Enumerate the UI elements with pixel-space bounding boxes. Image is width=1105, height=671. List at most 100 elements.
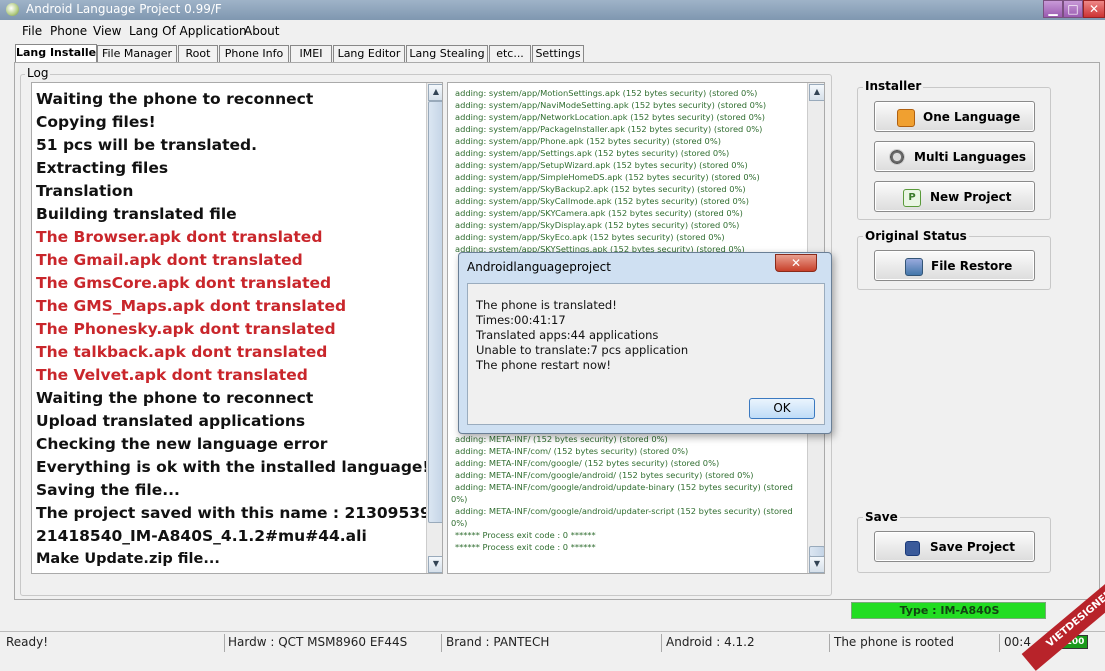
save-project-label: Save Project xyxy=(930,540,1015,554)
log-group-label: Log xyxy=(25,66,51,80)
console-line: adding: system/app/SetupWizard.apk (152 … xyxy=(455,160,748,170)
dialog-line: The phone restart now! xyxy=(476,358,612,372)
log-line: Copying files! xyxy=(36,113,156,131)
dialog-line: Translated apps:44 applications xyxy=(476,328,659,342)
maximize-button[interactable]: □ xyxy=(1063,0,1083,18)
dialog-message: The phone is translated! Times:00:41:17 … xyxy=(476,298,688,373)
scroll-up-icon[interactable]: ▲ xyxy=(428,84,442,101)
log-line: The project saved with this name : 21309… xyxy=(36,504,439,522)
tab-lang-installer[interactable]: Lang Installer xyxy=(15,44,102,63)
log-scrollbar[interactable]: ▲ ▼ xyxy=(426,83,442,573)
console-line: adding: system/app/NaviModeSetting.apk (… xyxy=(455,100,767,110)
log-line: Update.zip file is Ready! xyxy=(36,571,428,573)
save-group-label: Save xyxy=(863,510,900,524)
console-line: adding: system/app/SkyBackup2.apk (152 b… xyxy=(455,184,746,194)
log-line: The Phonesky.apk dont translated xyxy=(36,320,336,338)
device-type-bar: Type : IM-A840S xyxy=(851,602,1046,619)
log-line: Waiting the phone to reconnect xyxy=(36,90,314,108)
dialog-body: The phone is translated! Times:00:41:17 … xyxy=(467,283,825,425)
log-line: The talkback.apk dont translated xyxy=(36,343,328,361)
tab-imei[interactable]: IMEI xyxy=(290,45,332,63)
log-line: The Velvet.apk dont translated xyxy=(36,366,308,384)
new-project-button[interactable]: P New Project xyxy=(874,181,1035,212)
log-line: The GmsCore.apk dont translated xyxy=(36,274,332,292)
log-line: The Browser.apk dont translated xyxy=(36,228,323,246)
one-language-button[interactable]: One Language xyxy=(874,101,1035,132)
scroll-down-icon[interactable]: ▼ xyxy=(809,556,824,573)
file-restore-button[interactable]: File Restore xyxy=(874,250,1035,281)
dialog-line: The phone is translated! xyxy=(476,298,617,312)
minimize-button[interactable]: ▁ xyxy=(1043,0,1063,18)
tab-lang-stealing[interactable]: Lang Stealing xyxy=(406,45,488,63)
dialog-close-button[interactable]: ✕ xyxy=(775,254,817,272)
scroll-down-icon[interactable]: ▼ xyxy=(428,556,442,573)
one-language-icon xyxy=(897,109,915,127)
menu-phone[interactable]: Phone xyxy=(50,24,87,38)
menu-lang-of-application[interactable]: Lang Of Application xyxy=(129,24,247,38)
new-document-icon: P xyxy=(903,189,921,207)
status-hardware: Hardw : QCT MSM8960 EF44S xyxy=(228,635,408,649)
tab-file-manager[interactable]: File Manager xyxy=(97,45,177,63)
scroll-up-icon[interactable]: ▲ xyxy=(809,84,824,101)
tab-phone-info[interactable]: Phone Info xyxy=(219,45,289,63)
log-line: The GMS_Maps.apk dont translated xyxy=(36,297,347,315)
status-ready: Ready! xyxy=(6,635,49,649)
console-line: ****** Process exit code : 0 ****** xyxy=(455,542,596,552)
floppy-disk-icon xyxy=(905,541,920,556)
console-line: adding: META-INF/com/google/android/ (15… xyxy=(455,470,754,480)
log-output[interactable]: Waiting the phone to reconnect Copying fi… xyxy=(31,82,443,574)
console-line: adding: system/app/SimpleHomeDS.apk (152… xyxy=(455,172,760,182)
tab-etc[interactable]: etc... xyxy=(489,45,531,63)
multi-languages-button[interactable]: Multi Languages xyxy=(874,141,1035,172)
menu-file[interactable]: File xyxy=(22,24,42,38)
status-divider xyxy=(829,634,830,652)
save-project-button[interactable]: Save Project xyxy=(874,531,1035,562)
console-line: adding: META-INF/com/google/ (152 bytes … xyxy=(455,458,720,468)
console-line: adding: system/app/SkyEco.apk (152 bytes… xyxy=(455,232,725,242)
tab-root[interactable]: Root xyxy=(178,45,218,63)
dialog-line: Unable to translate:7 pcs application xyxy=(476,343,689,357)
log-line: Waiting the phone to reconnect xyxy=(36,389,314,407)
status-divider xyxy=(224,634,225,652)
console-line: adding: system/app/NetworkLocation.apk (… xyxy=(455,112,765,122)
log-line: Building translated file xyxy=(36,205,237,223)
device-type-label: Type : IM-A840S xyxy=(899,604,1000,617)
log-lines: Waiting the phone to reconnect Copying fi… xyxy=(36,88,439,573)
multi-languages-label: Multi Languages xyxy=(914,150,1027,164)
status-android-version: Android : 4.1.2 xyxy=(666,635,755,649)
file-restore-label: File Restore xyxy=(931,259,1013,273)
console-line: adding: META-INF/ (152 bytes security) (… xyxy=(455,434,668,444)
log-line: The Gmail.apk dont translated xyxy=(36,251,303,269)
window-title: Android Language Project 0.99/F xyxy=(26,2,222,16)
console-line: adding: system/app/Settings.apk (152 byt… xyxy=(455,148,730,158)
gear-icon xyxy=(889,149,905,165)
message-dialog: Androidlanguageproject ✕ The phone is tr… xyxy=(458,252,832,434)
dialog-line: Times:00:41:17 xyxy=(476,313,566,327)
app-icon xyxy=(6,3,19,16)
tab-lang-editor[interactable]: Lang Editor xyxy=(333,45,405,63)
console-line: 0%) xyxy=(451,518,468,528)
console-line: adding: META-INF/com/ (152 bytes securit… xyxy=(455,446,689,456)
close-button[interactable]: ✕ xyxy=(1083,0,1105,18)
log-line: Checking the new language error xyxy=(36,435,328,453)
new-project-label: New Project xyxy=(930,190,1012,204)
status-divider xyxy=(661,634,662,652)
log-line: Make Update.zip file... xyxy=(36,551,220,567)
console-line: 0%) xyxy=(451,494,468,504)
menu-about[interactable]: About xyxy=(244,24,279,38)
ok-button[interactable]: OK xyxy=(749,398,815,419)
log-line: Saving the file... xyxy=(36,481,180,499)
console-line: adding: system/app/SkyCallmode.apk (152 … xyxy=(455,196,749,206)
installer-group-label: Installer xyxy=(863,79,924,93)
status-brand: Brand : PANTECH xyxy=(446,635,550,649)
log-line: Upload translated applications xyxy=(36,412,306,430)
log-line: Extracting files xyxy=(36,159,169,177)
tab-settings[interactable]: Settings xyxy=(532,45,584,63)
original-status-label: Original Status xyxy=(863,229,969,243)
menu-view[interactable]: View xyxy=(93,24,121,38)
console-line: adding: system/app/PackageInstaller.apk … xyxy=(455,124,763,134)
one-language-label: One Language xyxy=(923,110,1021,124)
scroll-thumb[interactable] xyxy=(428,101,442,523)
console-line: ****** Process exit code : 0 ****** xyxy=(455,530,596,540)
log-line: Everything is ok with the installed lang… xyxy=(36,458,430,476)
